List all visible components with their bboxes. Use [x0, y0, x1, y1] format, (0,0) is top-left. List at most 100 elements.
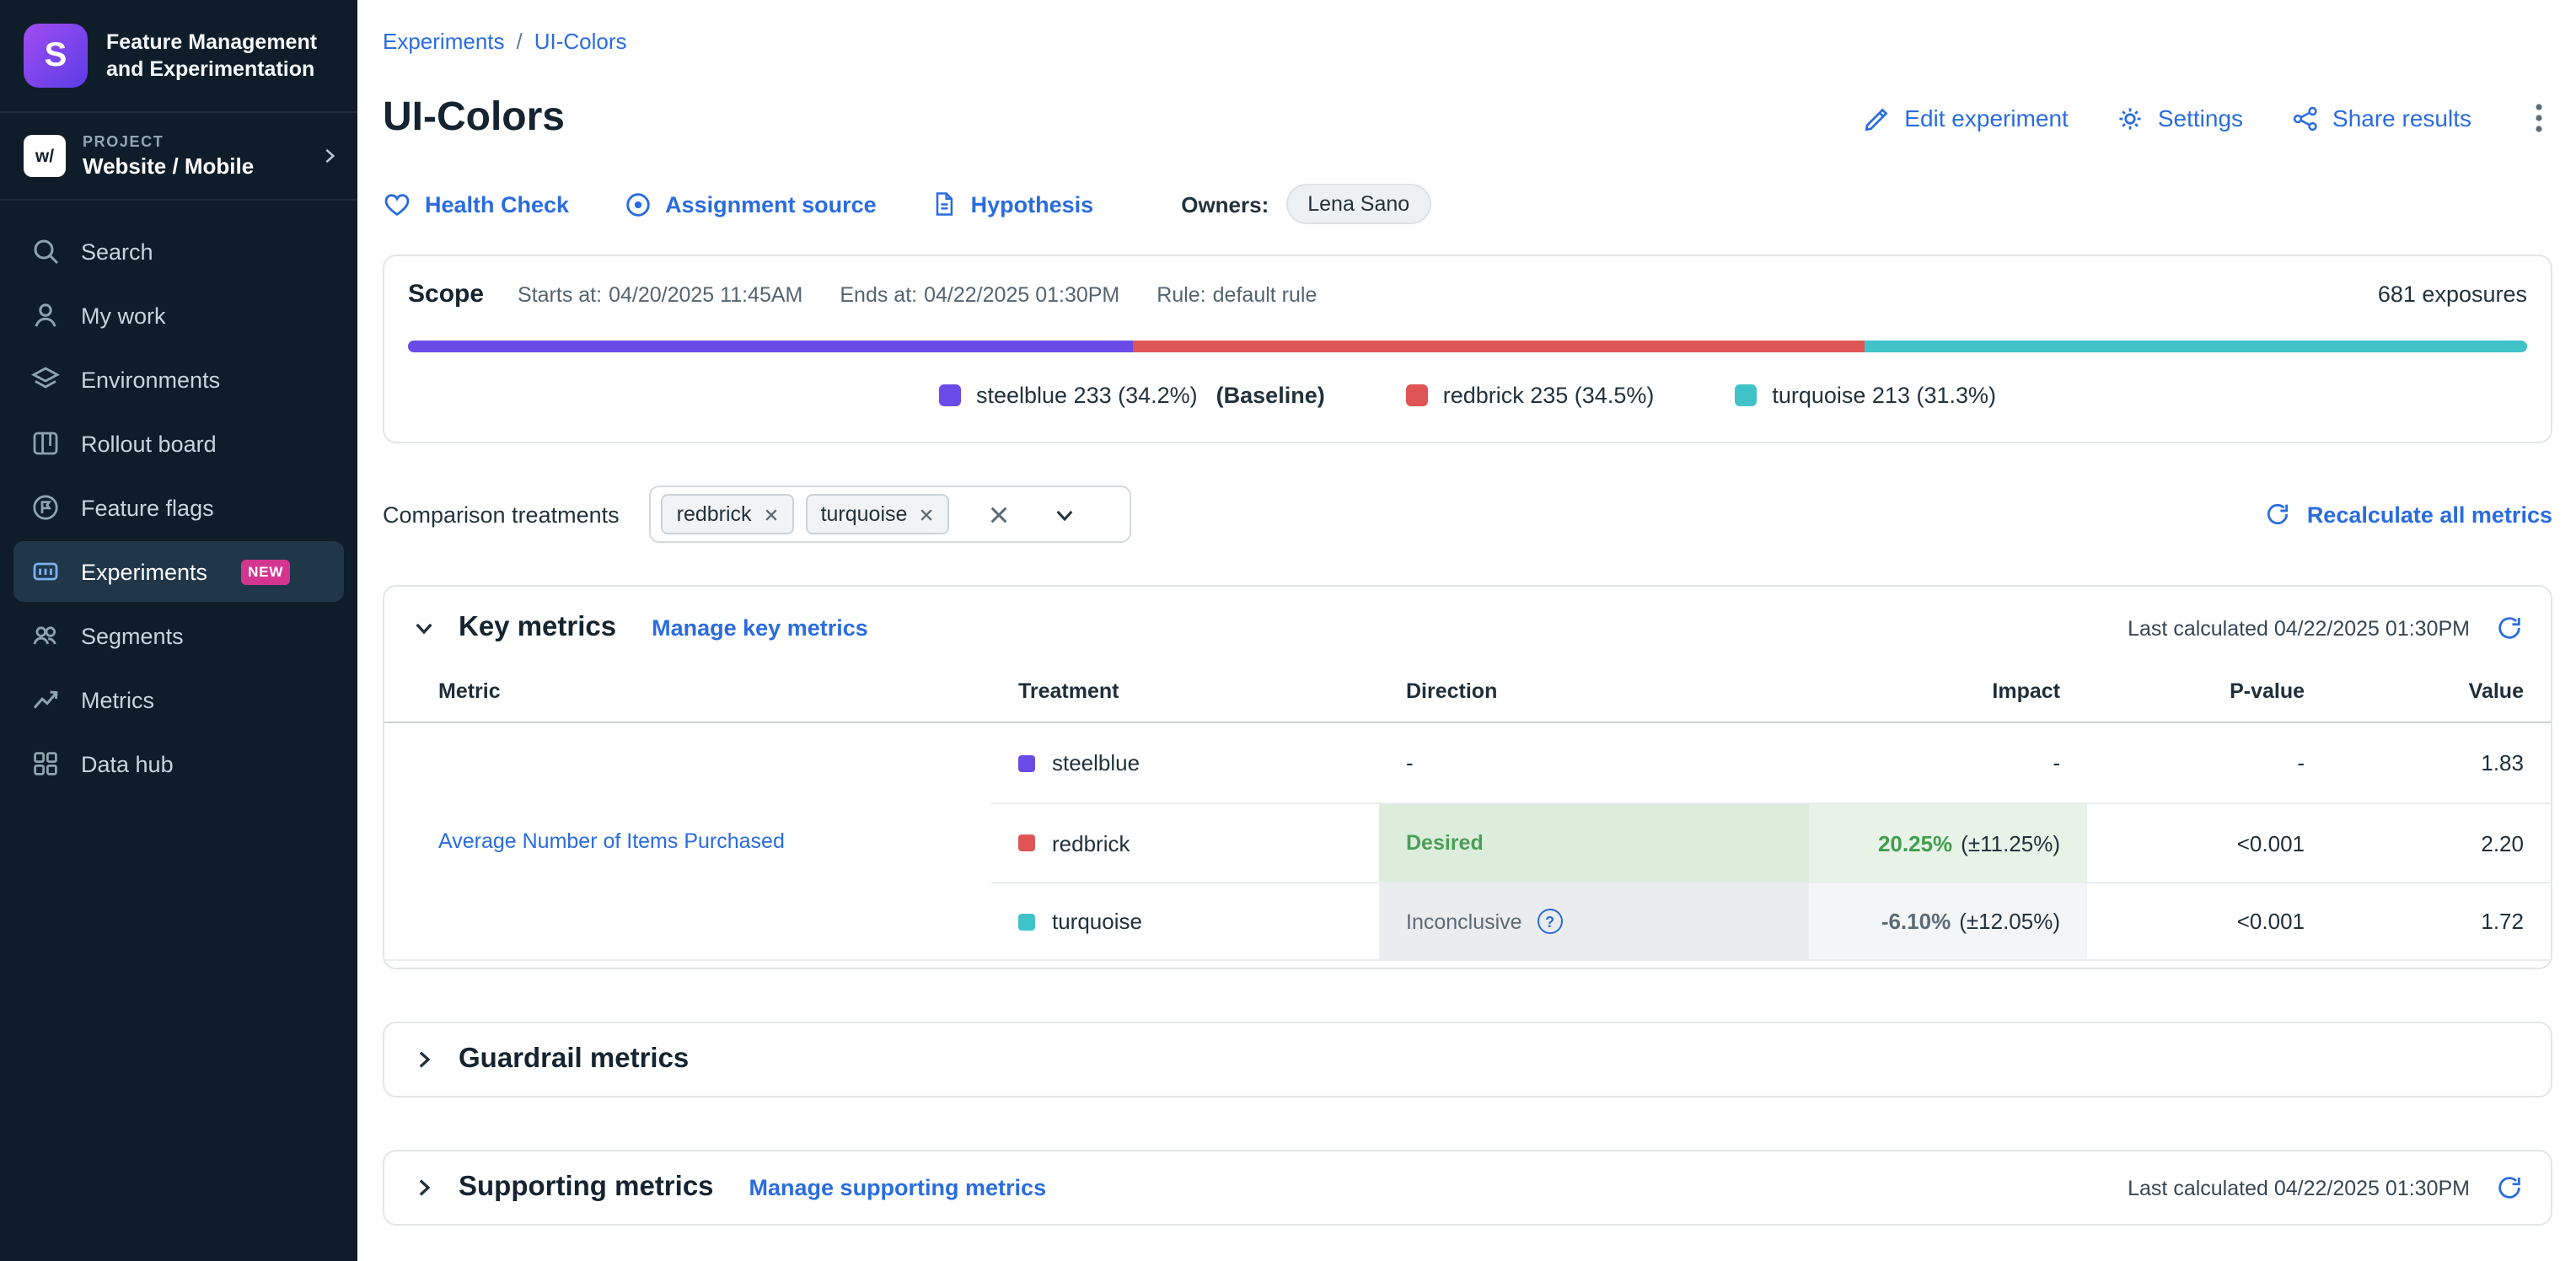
sidebar-item-search[interactable]: Search — [13, 221, 344, 282]
value-cell: 1.72 — [2332, 882, 2551, 961]
pvalue-value: <0.001 — [2237, 909, 2305, 934]
pvalue-value: <0.001 — [2237, 830, 2305, 856]
key-metrics-title: Key metrics — [459, 612, 616, 644]
pvalue-value: - — [2297, 750, 2305, 775]
manage-key-metrics-link[interactable]: Manage key metrics — [652, 615, 868, 641]
treatment-multiselect[interactable]: redbrick turquoise — [650, 486, 1132, 543]
search-icon — [30, 236, 61, 266]
supporting-metrics-title: Supporting metrics — [459, 1172, 714, 1204]
target-icon — [623, 190, 652, 218]
sidebar-item-label: Experiments — [81, 559, 207, 584]
person-icon — [30, 300, 61, 330]
project-switcher[interactable]: w/ PROJECT Website / Mobile — [0, 113, 357, 201]
comparison-treatments-label: Comparison treatments — [383, 502, 620, 527]
pvalue-cell: - — [2087, 723, 2332, 802]
bar-segment-redbrick — [1133, 341, 1864, 352]
legend-label: redbrick 235 (34.5%) — [1443, 383, 1655, 408]
recalculate-all-metrics-button[interactable]: Recalculate all metrics — [2265, 501, 2552, 528]
direction-cell: Inconclusive ? — [1379, 882, 1809, 961]
chip-turquoise[interactable]: turquoise — [806, 494, 950, 534]
clear-selection-icon[interactable] — [988, 503, 1010, 525]
pencil-icon — [1862, 104, 1891, 132]
refresh-key-metrics-button[interactable] — [2495, 614, 2524, 642]
sidebar-nav: Search My work Environments Rollout boar… — [0, 201, 357, 814]
value-cell: 2.20 — [2332, 802, 2551, 882]
treatment-cell: steelblue — [991, 723, 1379, 802]
edit-experiment-button[interactable]: Edit experiment — [1862, 104, 2069, 132]
line-chart-icon — [30, 684, 61, 715]
chevron-down-icon[interactable] — [1052, 502, 1077, 527]
subnav: Health Check Assignment source Hypothesi… — [383, 184, 2552, 224]
more-menu-button[interactable] — [2525, 99, 2552, 137]
grid-icon — [30, 749, 61, 779]
sidebar-item-experiments[interactable]: Experiments NEW — [13, 541, 344, 602]
assignment-source-link[interactable]: Assignment source — [623, 190, 877, 218]
treatment-name: steelblue — [1052, 750, 1140, 775]
breadcrumb-current[interactable]: UI-Colors — [534, 29, 627, 54]
sidebar-item-feature-flags[interactable]: Feature flags — [13, 477, 344, 538]
sidebar-item-label: Search — [81, 239, 153, 264]
legend-label: steelblue 233 (34.2%) — [976, 383, 1198, 408]
key-metrics-table: Metric Treatment Direction Impact P-valu… — [384, 666, 2551, 961]
sidebar-item-label: Rollout board — [81, 431, 217, 456]
page-header: UI-Colors Edit experiment Settings Share… — [383, 94, 2552, 142]
comparison-row: Comparison treatments redbrick turquoise — [383, 486, 2552, 543]
expand-chevron-right-icon[interactable] — [411, 1175, 437, 1200]
sidebar-item-label: Metrics — [81, 687, 154, 712]
sidebar-item-my-work[interactable]: My work — [13, 285, 344, 346]
sidebar-item-rollout-board[interactable]: Rollout board — [13, 413, 344, 474]
sidebar-item-metrics[interactable]: Metrics — [13, 669, 344, 730]
brand-logo-icon: S — [24, 24, 88, 88]
collapse-chevron-down-icon[interactable] — [411, 615, 437, 641]
header-actions: Edit experiment Settings Share results — [1862, 99, 2552, 137]
app: S Feature Management and Experimentation… — [0, 0, 2576, 1261]
sidebar-item-data-hub[interactable]: Data hub — [13, 733, 344, 794]
rule-label: Rule: — [1157, 283, 1205, 307]
layers-icon — [30, 364, 61, 394]
settings-button[interactable]: Settings — [2116, 104, 2243, 132]
column-header-pvalue: P-value — [2087, 666, 2332, 723]
supporting-metrics-card[interactable]: Supporting metrics Manage supporting met… — [383, 1150, 2552, 1226]
manage-supporting-metrics-link[interactable]: Manage supporting metrics — [749, 1175, 1047, 1200]
sidebar-item-label: Segments — [81, 623, 184, 648]
chip-redbrick[interactable]: redbrick — [662, 494, 794, 534]
key-metrics-card: Key metrics Manage key metrics Last calc… — [383, 585, 2552, 969]
scope-card: Scope Starts at:04/20/2025 11:45AM Ends … — [383, 255, 2552, 443]
health-check-link[interactable]: Health Check — [383, 190, 569, 218]
edit-experiment-label: Edit experiment — [1904, 105, 2069, 131]
expand-chevron-right-icon[interactable] — [411, 1047, 437, 1072]
sidebar-item-label: Feature flags — [81, 495, 214, 520]
project-icon: w/ — [24, 135, 66, 177]
share-results-button[interactable]: Share results — [2290, 104, 2471, 132]
legend-item-redbrick: redbrick 235 (34.5%) — [1406, 383, 1655, 408]
treatment-cell: turquoise — [991, 882, 1379, 961]
guardrail-metrics-card[interactable]: Guardrail metrics — [383, 1022, 2552, 1097]
sidebar-item-segments[interactable]: Segments — [13, 605, 344, 666]
hypothesis-link[interactable]: Hypothesis — [931, 190, 1094, 217]
metric-value: 1.72 — [2481, 909, 2524, 934]
remove-chip-icon[interactable] — [919, 507, 934, 522]
treatment-name: redbrick — [1052, 830, 1130, 856]
starts-at-label: Starts at: — [518, 283, 602, 307]
owners-label: Owners: — [1181, 191, 1269, 217]
refresh-supporting-metrics-button[interactable] — [2495, 1173, 2524, 1202]
new-badge: NEW — [241, 559, 290, 584]
bar-segment-steelblue — [408, 341, 1133, 352]
share-results-label: Share results — [2332, 105, 2471, 131]
impact-confidence-interval: (±11.25%) — [1961, 830, 2060, 856]
legend-label: turquoise 213 (31.3%) — [1772, 383, 1996, 408]
scope-title: Scope — [408, 280, 484, 309]
metric-name-link[interactable]: Average Number of Items Purchased — [438, 829, 785, 853]
column-header-metric: Metric — [384, 666, 991, 723]
recalculate-label: Recalculate all metrics — [2307, 502, 2552, 527]
remove-chip-icon[interactable] — [764, 507, 779, 522]
impact-confidence-interval: (±12.05%) — [1959, 909, 2060, 934]
document-icon — [931, 190, 958, 217]
help-icon[interactable]: ? — [1538, 909, 1563, 934]
baseline-tag: (Baseline) — [1216, 383, 1325, 408]
breadcrumb-experiments[interactable]: Experiments — [383, 29, 505, 54]
steelblue-swatch-icon — [1018, 754, 1035, 771]
owners: Owners: Lena Sano — [1181, 184, 1431, 224]
owner-chip: Lena Sano — [1285, 184, 1431, 224]
sidebar-item-environments[interactable]: Environments — [13, 349, 344, 410]
